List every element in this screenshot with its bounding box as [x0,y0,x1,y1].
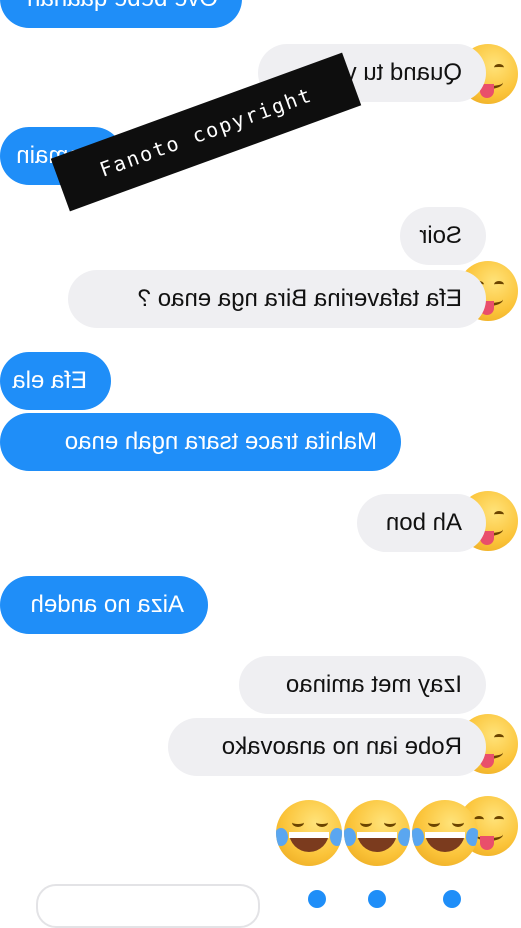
message-text: Robe ian no anaovako [221,733,462,760]
message-bubble-received: Robe ian no anaovako [168,718,486,776]
composer-action-icon[interactable] [368,890,386,908]
chat-mirrored-stage: Ove bebe qaanah Quand tu veux Demain Soi… [0,0,521,928]
message-bubble-sent: Mahita trace tsara ngah enao [0,413,401,471]
laughing-tears-icon [276,800,342,866]
message-text: Efa ela [12,367,87,394]
message-bubble-received: Efa tafaverina Bira nga enao ? [68,270,486,328]
message-text: Soir [419,222,462,249]
message-text: Ah bon [385,509,462,536]
message-text: Ove bebe qaanah [27,0,218,12]
message-text: Izay met aminao [285,671,462,698]
message-bubble-received: Izay met aminao [239,656,486,714]
laughing-tears-icon [344,800,410,866]
message-text: Mahita trace tsara ngah enao [64,428,377,455]
message-bubble-sent: Aiza no andeh [0,576,208,634]
message-bubble-sent: Ove bebe qaanah [0,0,242,28]
message-bubble-received: Soir [400,207,486,265]
message-text: Efa tafaverina Bira nga enao ? [137,285,462,312]
watermark-text: Fanoto copyright [96,82,316,182]
composer-action-icon[interactable] [443,890,461,908]
message-text: Aiza no andeh [30,591,184,618]
message-bubble-received: Ah bon [357,494,486,552]
message-bubble-sent: Efa ela [0,352,111,410]
laughing-tears-icon [412,800,478,866]
composer-action-icon[interactable] [308,890,326,908]
message-composer[interactable] [36,884,260,928]
